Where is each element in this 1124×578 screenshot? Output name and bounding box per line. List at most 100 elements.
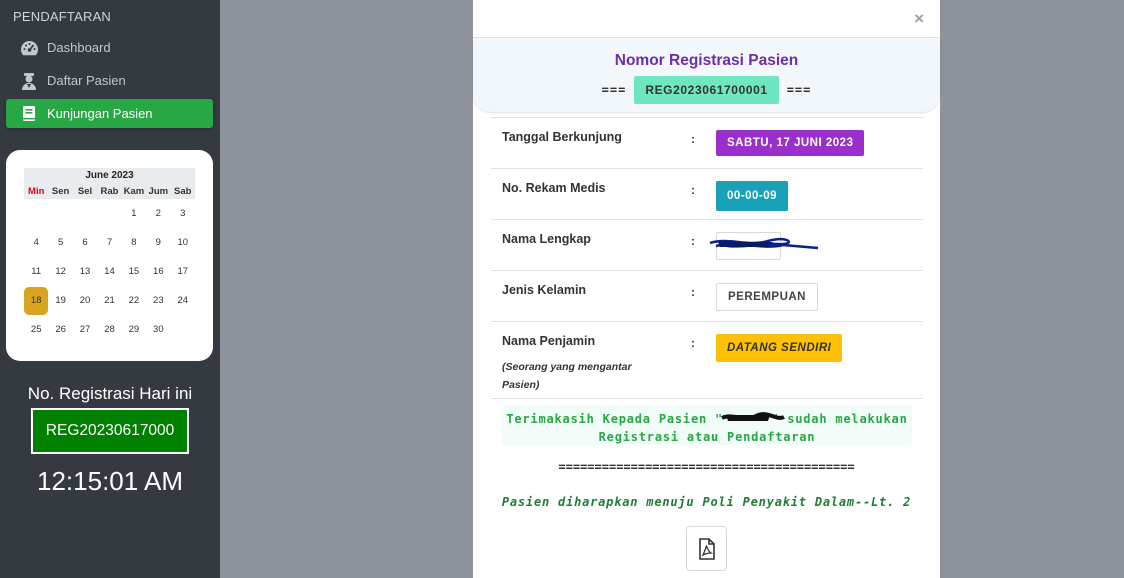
calendar-day <box>171 315 195 344</box>
calendar-day[interactable]: 23 <box>146 286 170 315</box>
calendar-day[interactable]: 30 <box>146 315 170 344</box>
calendar-day <box>24 199 48 228</box>
patient-details: Tanggal Berkunjung : SABTU, 17 JUNI 2023… <box>491 117 923 399</box>
calendar-day[interactable]: 6 <box>73 228 97 257</box>
calendar-weekday: Kam <box>121 183 147 199</box>
row-label: Tanggal Berkunjung <box>502 130 622 144</box>
row-tanggal: Tanggal Berkunjung : SABTU, 17 JUNI 2023 <box>491 117 923 168</box>
calendar-day[interactable]: 25 <box>24 315 48 344</box>
calendar-day[interactable]: 19 <box>48 286 72 315</box>
eq-right: === <box>786 83 812 97</box>
calendar-day[interactable]: 5 <box>48 228 72 257</box>
calendar-day[interactable]: 26 <box>48 315 72 344</box>
calendar-grid: Min Sen Sel Rab Kam Jum Sab 1 2 3 4 5 6 7 8 9 10 11 12 13 1… <box>24 183 195 344</box>
sidebar-item-dashboard[interactable]: Dashboard <box>6 33 213 62</box>
calendar-weekday: Sen <box>48 183 73 199</box>
row-label: Jenis Kelamin <box>502 283 587 297</box>
thank-you-message: Terimakasih Kepada Pasien " " sudah mela… <box>502 405 912 445</box>
calendar-week: 11 12 13 14 15 16 17 <box>24 257 195 286</box>
eq-left: === <box>601 83 627 97</box>
row-sublabel: (Seorang yang mengantar Pasien) <box>502 361 632 391</box>
sidebar: PENDAFTARAN Dashboard Daftar Pasien Kunj… <box>0 0 220 578</box>
row-jenis-kelamin: Jenis Kelamin : PEREMPUAN <box>491 270 923 321</box>
medical-record-badge: 00-00-09 <box>716 181 789 211</box>
pdf-button[interactable] <box>686 526 727 571</box>
calendar-day[interactable]: 7 <box>97 228 121 257</box>
registration-header: Nomor Registrasi Pasien === REG202306170… <box>473 38 940 112</box>
row-rekam-medis: No. Rekam Medis : 00-00-09 <box>491 168 923 219</box>
guarantor-badge: DATANG SENDIRI <box>716 334 843 362</box>
calendar-day[interactable]: 20 <box>73 286 97 315</box>
calendar-weekday: Min <box>24 183 49 199</box>
calendar-weekday: Jum <box>146 183 171 199</box>
clock: 12:15:01 AM <box>37 466 183 496</box>
calendar-day[interactable]: 15 <box>122 257 146 286</box>
calendar-week: 18 19 20 21 22 23 24 <box>24 286 195 315</box>
calendar-title: June 2023 <box>24 168 195 183</box>
redaction-scribble <box>721 412 785 421</box>
row-nama: Nama Lengkap : <box>491 219 923 270</box>
registration-number-badge: REG2023061700001 <box>634 76 779 104</box>
gender-badge: PEREMPUAN <box>716 283 818 311</box>
calendar-day <box>48 199 72 228</box>
calendar-day[interactable]: 21 <box>97 286 121 315</box>
calendar-day[interactable]: 13 <box>73 257 97 286</box>
calendar-day <box>73 199 97 228</box>
sidebar-item-kunjungan-pasien[interactable]: Kunjungan Pasien <box>6 99 213 128</box>
calendar-day <box>97 199 121 228</box>
calendar-day[interactable]: 4 <box>24 228 48 257</box>
calendar-weekday: Sab <box>170 183 195 199</box>
registration-number-line: === REG2023061700001 === <box>473 76 940 104</box>
user-icon <box>19 71 39 91</box>
close-icon[interactable]: × <box>914 9 924 29</box>
sidebar-item-label: Daftar Pasien <box>47 73 126 88</box>
colon: : <box>691 336 695 350</box>
colon: : <box>691 285 695 299</box>
sidebar-item-label: Kunjungan Pasien <box>47 106 153 121</box>
dashboard-icon <box>19 38 39 58</box>
calendar-day[interactable]: 2 <box>146 199 170 228</box>
calendar-week: 4 5 6 7 8 9 10 <box>24 228 195 257</box>
separator-line: ========================================… <box>558 460 855 474</box>
row-label: No. Rekam Medis <box>502 181 606 195</box>
calendar-day[interactable]: 17 <box>171 257 195 286</box>
calendar-week: 25 26 27 28 29 30 <box>24 315 195 344</box>
thank-you-line-1: Terimakasih Kepada Pasien " " sudah mela… <box>506 412 908 426</box>
registration-modal: × Nomor Registrasi Pasien === REG2023061… <box>473 0 940 578</box>
reg-today-value: REG20230617000 <box>33 410 187 452</box>
calendar-day[interactable]: 22 <box>122 286 146 315</box>
calendar-day[interactable]: 24 <box>171 286 195 315</box>
calendar-day[interactable]: 28 <box>97 315 121 344</box>
calendar-day[interactable]: 29 <box>122 315 146 344</box>
calendar: June 2023 Min Sen Sel Rab Kam Jum Sab 12345678… <box>6 150 213 361</box>
colon: : <box>691 183 695 197</box>
calendar-day[interactable]: 10 <box>171 228 195 257</box>
redaction-scribble <box>709 237 819 250</box>
calendar-day[interactable]: 1 <box>122 199 146 228</box>
calendar-weekday: Sel <box>72 183 98 199</box>
colon: : <box>691 234 695 248</box>
calendar-day[interactable]: 12 <box>48 257 72 286</box>
calendar-weekday: Rab <box>97 183 122 199</box>
row-penjamin: Nama Penjamin (Seorang yang mengantar Pa… <box>491 321 923 399</box>
calendar-day[interactable]: 18 <box>24 286 49 315</box>
reg-today-box: REG20230617000 <box>31 408 189 454</box>
modal-title: Nomor Registrasi Pasien <box>614 52 799 69</box>
colon: : <box>691 132 695 146</box>
reg-today-label: No. Registrasi Hari ini <box>27 384 193 403</box>
row-label: Nama Lengkap <box>502 232 591 246</box>
calendar-day[interactable]: 11 <box>24 257 48 286</box>
pdf-file-icon <box>698 537 715 560</box>
calendar-day[interactable]: 3 <box>171 199 195 228</box>
calendar-day[interactable]: 14 <box>97 257 121 286</box>
calendar-today[interactable]: 18 <box>24 286 49 315</box>
sidebar-item-label: Dashboard <box>47 40 111 55</box>
poli-instruction: Pasien diharapkan menuju Poli Penyakit D… <box>501 495 912 509</box>
visit-date-badge: SABTU, 17 JUNI 2023 <box>716 130 865 156</box>
sidebar-item-daftar-pasien[interactable]: Daftar Pasien <box>6 66 213 95</box>
calendar-day[interactable]: 8 <box>122 228 146 257</box>
sidebar-header: PENDAFTARAN <box>13 9 112 24</box>
calendar-day[interactable]: 16 <box>146 257 170 286</box>
calendar-day[interactable]: 27 <box>73 315 97 344</box>
calendar-day[interactable]: 9 <box>146 228 170 257</box>
